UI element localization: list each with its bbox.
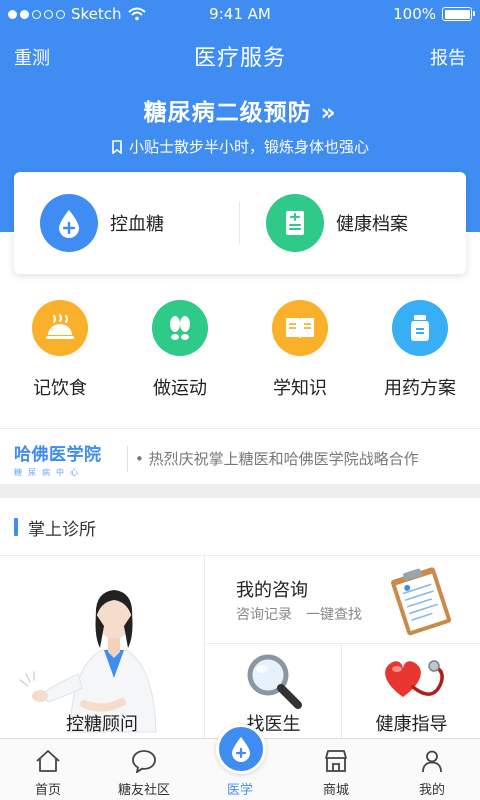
nav-bar: 重测 医疗服务 报告 xyxy=(0,38,480,74)
quick-label-knowledge: 学知识 xyxy=(273,378,327,399)
blood-drop-icon xyxy=(40,194,98,252)
store-icon xyxy=(322,747,350,775)
status-bar: Sketch 9:41 AM 100% xyxy=(0,0,480,30)
section-accent-bar xyxy=(14,518,18,536)
main-card: 控血糖 健康档案 xyxy=(14,172,466,274)
quick-label-medication: 用药方案 xyxy=(384,378,456,399)
clinic-grid: 控糖顾问 我的咨询 咨询记录 一键查找 找医生 健康指导 xyxy=(0,556,480,740)
clinic-section-title: 掌上诊所 xyxy=(28,520,96,540)
report-button[interactable]: 报告 xyxy=(430,44,466,70)
consultation-title: 我的咨询 xyxy=(236,580,308,601)
consultation-records-text: 咨询记录 xyxy=(236,607,292,623)
consultation-search-text: 一键查找 xyxy=(306,607,362,623)
news-ticker[interactable]: 哈佛医学院 糖尿病中心 • 热烈庆祝掌上糖医和哈佛医学院战略合作 xyxy=(0,430,480,484)
clipboard-icon xyxy=(390,567,452,636)
battery-icon xyxy=(442,7,475,21)
banner-tip-text: 小贴士散步半小时，锻炼身体也强心 xyxy=(128,138,369,156)
section-spacer xyxy=(0,484,480,498)
heart-stethoscope-icon xyxy=(385,660,444,697)
quick-item-diet[interactable]: 记饮食 xyxy=(0,300,120,400)
card-divider xyxy=(239,202,240,244)
chat-bubble-icon xyxy=(130,747,158,775)
news-text: • 热烈庆祝掌上糖医和哈佛医学院战略合作 xyxy=(135,450,419,468)
quick-label-exercise: 做运动 xyxy=(153,378,207,399)
medicine-bottle-icon xyxy=(392,300,448,356)
document-icon xyxy=(266,194,324,252)
banner-tip: 小贴士散步半小时，锻炼身体也强心 xyxy=(0,136,480,157)
tab-medical-label: 医学 xyxy=(226,783,253,798)
tab-store[interactable]: 商城 xyxy=(288,739,384,800)
find-doctor-card[interactable]: 找医生 xyxy=(206,645,342,740)
harvard-logo: 哈佛医学院 糖尿病中心 xyxy=(14,440,102,478)
home-icon xyxy=(34,747,62,775)
magnifier-icon xyxy=(247,654,302,709)
health-guide-label: 健康指导 xyxy=(375,714,448,735)
my-consultation-card[interactable]: 我的咨询 咨询记录 一键查找 xyxy=(206,556,480,644)
tab-profile[interactable]: 我的 xyxy=(384,739,480,800)
quick-item-medication[interactable]: 用药方案 xyxy=(360,300,480,400)
consultation-subtitle: 咨询记录 一键查找 xyxy=(236,604,362,624)
sugar-advisor-card[interactable]: 控糖顾问 xyxy=(0,556,205,740)
tab-home[interactable]: 首页 xyxy=(0,739,96,800)
tab-community-label: 糖友社区 xyxy=(117,783,170,798)
health-guide-card[interactable]: 健康指导 xyxy=(343,645,480,740)
quick-actions: 记饮食 做运动 学知识 用药方案 xyxy=(0,300,480,400)
blood-sugar-control-label: 控血糖 xyxy=(110,214,164,235)
banner-title[interactable]: 糖尿病二级预防 » xyxy=(0,93,480,127)
blood-sugar-control-button[interactable]: 控血糖 xyxy=(40,194,164,252)
news-separator xyxy=(127,446,128,472)
page-title: 医疗服务 xyxy=(193,46,286,71)
tab-profile-label: 我的 xyxy=(418,783,445,798)
person-icon xyxy=(418,747,446,775)
quick-item-exercise[interactable]: 做运动 xyxy=(120,300,240,400)
footprints-icon xyxy=(152,300,208,356)
health-record-button[interactable]: 健康档案 xyxy=(266,194,408,252)
tab-home-label: 首页 xyxy=(34,783,61,798)
bookmark-icon xyxy=(112,139,122,154)
health-record-label: 健康档案 xyxy=(336,214,408,235)
quick-label-diet: 记饮食 xyxy=(33,378,87,399)
tab-community[interactable]: 糖友社区 xyxy=(96,739,192,800)
blood-drop-icon xyxy=(232,737,250,762)
book-icon xyxy=(272,300,328,356)
food-cloche-icon xyxy=(32,300,88,356)
battery-percent: 100% xyxy=(393,5,436,23)
sugar-advisor-label: 控糖顾问 xyxy=(66,714,138,735)
tab-store-label: 商城 xyxy=(322,783,349,798)
section-divider xyxy=(0,428,480,429)
harvard-logo-title: 哈佛医学院 xyxy=(14,445,102,465)
clinic-section-header: 掌上诊所 xyxy=(0,498,480,556)
medical-fab-button[interactable] xyxy=(216,724,266,774)
quick-item-knowledge[interactable]: 学知识 xyxy=(240,300,360,400)
harvard-logo-subtitle: 糖尿病中心 xyxy=(14,468,84,477)
battery-group: 100% xyxy=(393,5,475,23)
